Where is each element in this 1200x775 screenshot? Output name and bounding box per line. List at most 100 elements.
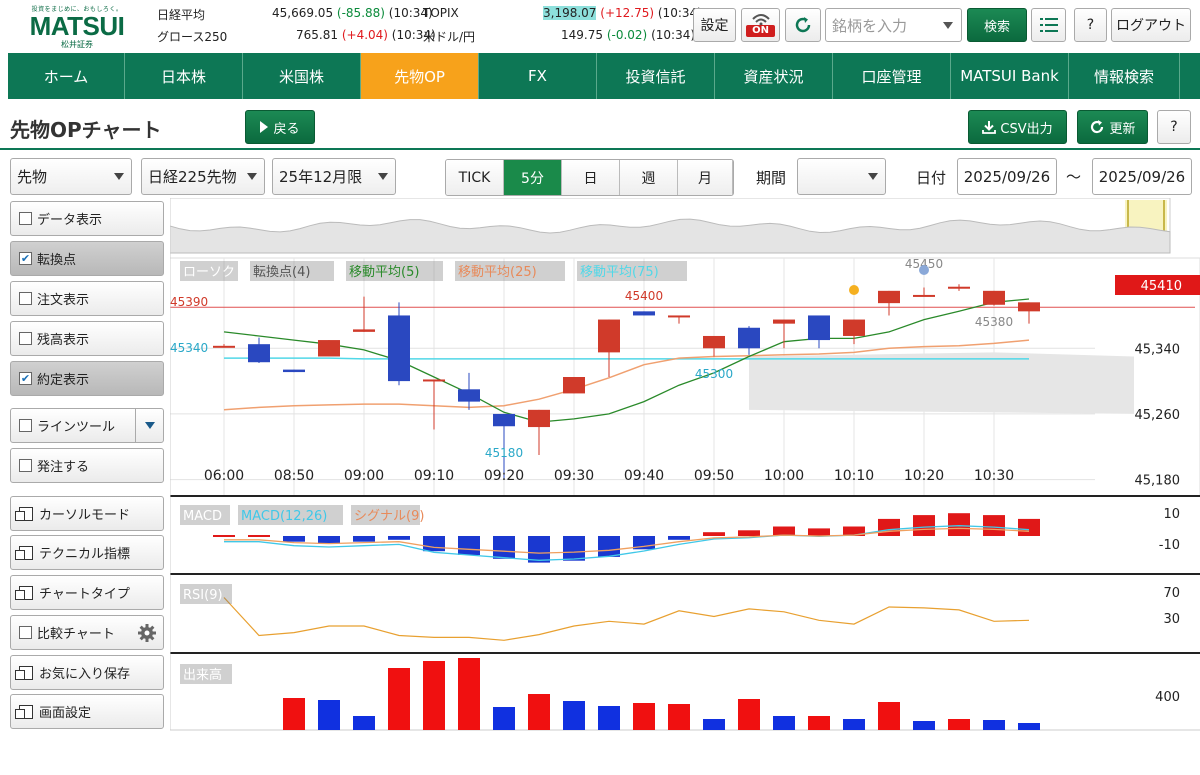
checkbox-icon [19,332,32,345]
volume-bar [633,703,655,730]
gear-icon[interactable] [137,623,157,643]
y-tick-label: 45,340 [1135,342,1181,357]
turning-point-marker [919,265,929,275]
macd-bar [1018,518,1040,536]
macd-bar [948,513,970,536]
macd-bar [983,515,1005,536]
csv-export-button[interactable]: CSV出力 [968,110,1067,144]
price-annotation: 45400 [625,289,663,303]
refresh-icon [1091,120,1104,134]
search-button[interactable]: 検索 [967,8,1027,42]
nav-tab-4[interactable]: FX [479,53,597,99]
volume-bar [283,698,305,730]
interval-tab-1[interactable]: 5分 [504,160,562,195]
update-label: 更新 [1109,121,1136,137]
screen-settings-button[interactable]: 画面設定 [10,694,164,729]
type-select[interactable]: 先物 [10,158,132,195]
macd-bar [528,536,550,563]
legend-label: ローソク [183,265,235,280]
reload-button[interactable] [785,8,821,42]
candle [353,329,375,332]
data-display-toggle[interactable]: データ表示 [10,201,164,236]
macd-bar [213,535,235,537]
settings-button[interactable]: 設定 [693,8,736,42]
volume-bar [948,719,970,730]
contract-select[interactable]: 25年12月限 [272,158,396,195]
candle [773,319,795,324]
button-label: 発注する [37,460,90,475]
interval-tab-0[interactable]: TICK [446,160,504,195]
macd-bar [808,528,830,536]
candle [563,377,585,394]
futures-chart[interactable]: ローソク 転換点(4) 移動平均(5) 移動平均(25) 移動平均(75) 45390 45… [170,198,1200,733]
nav-tab-7[interactable]: 口座管理 [833,53,951,99]
nav-tab-8[interactable]: MATSUI Bank [951,53,1069,99]
help-button[interactable]: ? [1074,8,1107,42]
back-button[interactable]: 戻る [245,110,315,144]
candle [808,315,830,341]
market-row-usdjpy: 149.75 (-0.02) (10:34) [561,28,695,42]
checkbox-icon: ✔ [19,252,32,265]
order-display-toggle[interactable]: 注文表示 [10,281,164,316]
nav-tab-5[interactable]: 投資信託 [597,53,715,99]
nav-tab-9[interactable]: 情報検索 [1069,53,1180,99]
download-icon [982,121,997,134]
legend-label: 転換点(4) [253,265,310,280]
period-select[interactable] [797,158,886,195]
compare-chart-toggle[interactable]: 比較チャート [10,615,164,650]
executed-display-toggle[interactable]: ✔ 約定表示 [10,361,164,396]
volume-bar [1018,723,1040,730]
menu-button[interactable] [1031,8,1066,42]
date-to-input[interactable]: 2025/09/26 [1092,158,1192,195]
nav-tab-6[interactable]: 資産状況 [715,53,833,99]
legend-label: MACD(12,26) [241,509,327,524]
market-value: 765.81 [296,28,338,42]
interval-tab-2[interactable]: 日 [562,160,620,195]
volume-bar [773,716,795,730]
interval-tab-3[interactable]: 週 [620,160,678,195]
chevron-down-icon [868,173,878,180]
x-tick-label: 10:00 [764,468,804,484]
legend-label: 移動平均(5) [349,265,419,280]
line-tool-button[interactable]: ラインツール [10,408,164,443]
remaining-display-toggle[interactable]: 残高表示 [10,321,164,356]
symbol-input[interactable]: 銘柄を入力 [825,8,962,42]
volume-bar [563,701,585,730]
navigator-area [170,218,1171,254]
candle [458,389,480,402]
brand-logo[interactable]: 投資をまじめに、おもしろく。 MATSUI 松井証券 [18,4,136,50]
nav-tab-0[interactable]: ホーム [8,53,125,99]
technical-indicator-button[interactable]: テクニカル指標 [10,535,164,570]
date-from-input[interactable]: 2025/09/26 [957,158,1057,195]
period-label: 期間 [756,169,787,187]
logout-button[interactable]: ログアウト [1111,8,1191,42]
turning-point-toggle[interactable]: ✔ 転換点 [10,241,164,276]
candle [913,294,935,297]
interval-tab-4[interactable]: 月 [678,160,733,195]
nav-tab-3[interactable]: 先物OP [361,53,479,99]
nav-tab-2[interactable]: 米国株 [243,53,361,99]
y-tick-label: 30 [1163,612,1180,627]
chart-type-button[interactable]: チャートタイプ [10,575,164,610]
button-label: 画面設定 [39,706,92,721]
product-select[interactable]: 日経225先物 [141,158,265,195]
market-change: (+4.04) [341,28,388,42]
window-icon [15,665,33,680]
toggle-label: 注文表示 [37,293,90,308]
market-value: 3,198.07 [543,6,597,20]
price-annotation: 45380 [975,315,1013,329]
candle [493,413,515,427]
place-order-button[interactable]: 発注する [10,448,164,483]
update-button[interactable]: 更新 [1077,110,1148,144]
cursor-mode-button[interactable]: カーソルモード [10,496,164,531]
market-name: TOPIX [423,6,459,20]
chevron-down-icon[interactable] [135,409,163,442]
window-icon [15,585,33,600]
legend-label: 出来高 [183,667,222,683]
notification-toggle[interactable]: ON [741,8,780,42]
save-favorite-button[interactable]: お気に入り保存 [10,655,164,690]
nav-tab-1[interactable]: 日本株 [125,53,243,99]
turning-point-marker [849,285,859,295]
button-label: カーソルモード [39,508,131,523]
chart-help-button[interactable]: ? [1157,110,1191,144]
